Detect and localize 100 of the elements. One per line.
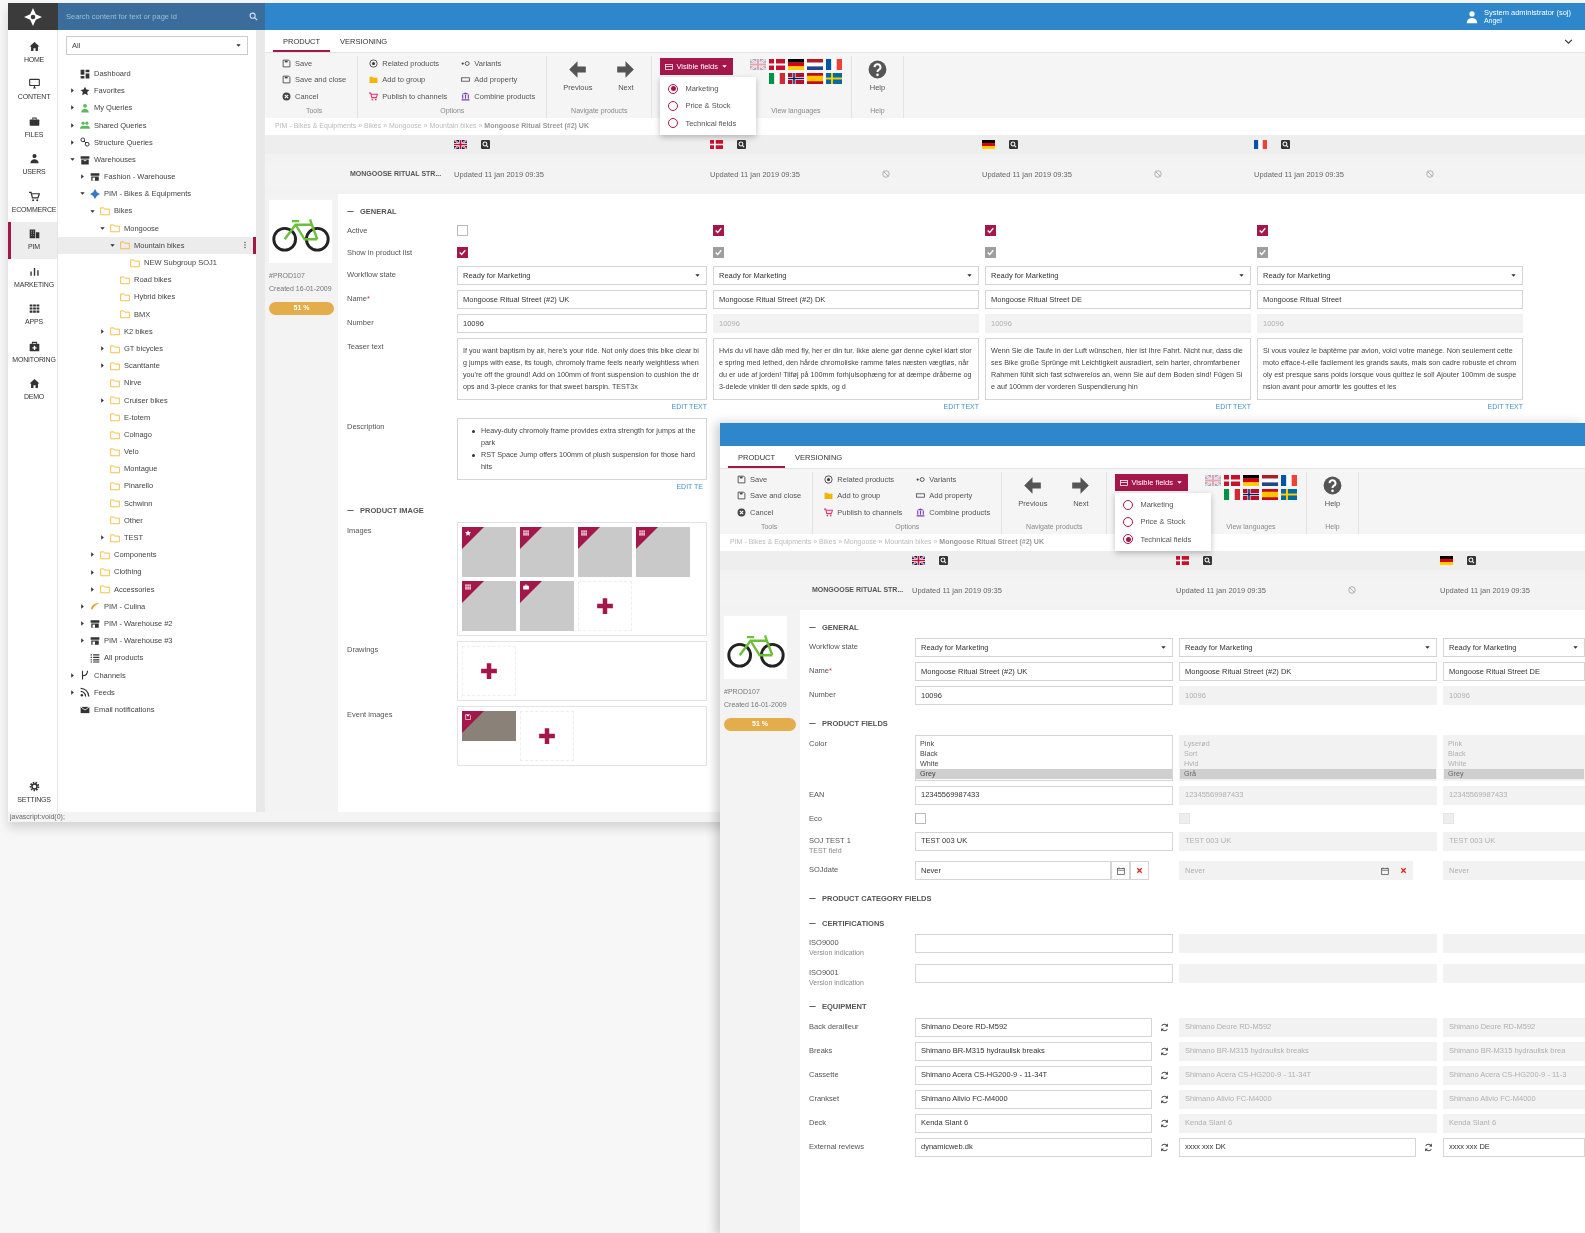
corner-badge-icon xyxy=(636,526,658,549)
caret-icon[interactable] xyxy=(88,585,96,593)
clear-button[interactable] xyxy=(1130,861,1150,881)
caret-icon[interactable] xyxy=(98,224,106,232)
store-icon xyxy=(90,618,100,629)
checkbox[interactable] xyxy=(915,812,926,824)
checkbox[interactable] xyxy=(713,225,724,237)
bullet-icon xyxy=(472,429,475,433)
folder-icon xyxy=(120,274,130,285)
checkbox[interactable] xyxy=(1257,225,1268,237)
table-icon xyxy=(1120,478,1129,487)
user-icon[interactable] xyxy=(1464,9,1479,24)
caret-icon[interactable] xyxy=(88,551,96,559)
caret-icon[interactable] xyxy=(68,671,76,679)
caret-icon[interactable] xyxy=(98,345,106,353)
user-icon xyxy=(80,102,90,113)
caret-icon[interactable] xyxy=(88,568,96,576)
flag-icon[interactable] xyxy=(825,59,842,70)
flag-icon[interactable] xyxy=(1242,489,1259,500)
ball-icon xyxy=(824,475,834,485)
refresh-icon[interactable] xyxy=(1160,1142,1169,1152)
building-icon xyxy=(28,228,40,239)
caret-icon[interactable] xyxy=(78,173,86,181)
medical-kit-icon xyxy=(28,340,40,352)
chevron-icon[interactable] xyxy=(1564,37,1573,46)
search-icon[interactable] xyxy=(1281,140,1290,149)
flag-icon[interactable] xyxy=(806,59,823,70)
caret-icon[interactable] xyxy=(78,602,86,610)
caret-icon[interactable] xyxy=(98,396,106,404)
caret-icon xyxy=(1572,644,1579,652)
caret-icon[interactable] xyxy=(68,87,76,95)
caret-icon xyxy=(966,272,973,280)
bank-icon xyxy=(916,507,926,517)
flag-icon[interactable] xyxy=(787,59,804,70)
cancel-icon xyxy=(737,507,746,517)
search-icon[interactable] xyxy=(737,140,746,149)
users-icon xyxy=(80,120,90,131)
folder-icon xyxy=(110,326,120,337)
checkbox[interactable] xyxy=(985,225,996,237)
flag-icon[interactable] xyxy=(1242,475,1259,486)
search-icon[interactable] xyxy=(1467,556,1476,565)
flag-icon xyxy=(1254,140,1267,149)
folder-icon xyxy=(110,446,120,457)
splitter-handle[interactable] xyxy=(257,30,265,812)
folder-icon xyxy=(110,343,120,354)
folder-icon xyxy=(120,309,130,320)
add-image-button[interactable] xyxy=(520,710,574,761)
folder-icon xyxy=(120,240,130,251)
link-icon xyxy=(80,137,90,148)
field-icon xyxy=(916,491,926,501)
diamond-logo-icon xyxy=(90,188,100,199)
folder-icon xyxy=(110,498,120,509)
checkbox[interactable] xyxy=(457,225,468,237)
flag-icon[interactable] xyxy=(1261,475,1278,486)
arrow-right-icon xyxy=(1071,476,1091,495)
search-icon[interactable] xyxy=(481,140,490,149)
caret-icon[interactable] xyxy=(108,241,116,249)
caret-icon[interactable] xyxy=(68,688,76,696)
search-icon[interactable] xyxy=(1009,140,1018,149)
refresh-icon[interactable] xyxy=(1160,1094,1169,1104)
caret-icon[interactable] xyxy=(68,156,76,164)
swoosh-icon xyxy=(90,601,100,612)
text-field[interactable] xyxy=(915,963,1173,983)
checkbox[interactable] xyxy=(457,247,468,259)
add-image-button[interactable] xyxy=(462,645,516,696)
briefcase-icon xyxy=(28,115,40,127)
folder-icon xyxy=(120,292,130,303)
flag-icon[interactable] xyxy=(1280,475,1297,486)
folder-icon xyxy=(110,412,120,423)
caret-icon[interactable] xyxy=(68,121,76,129)
star-icon xyxy=(80,85,90,96)
flag-icon[interactable] xyxy=(787,73,804,84)
refresh-icon[interactable] xyxy=(1160,1046,1169,1056)
refresh-icon[interactable] xyxy=(1424,1142,1433,1152)
caret-icon[interactable] xyxy=(78,190,86,198)
caret-icon xyxy=(1175,479,1183,487)
calendar-button[interactable] xyxy=(1111,861,1131,881)
folder-icon xyxy=(100,549,110,560)
variants-icon xyxy=(461,59,471,69)
caret-icon[interactable] xyxy=(68,138,76,146)
refresh-icon[interactable] xyxy=(1160,1070,1169,1080)
search-icon[interactable] xyxy=(1203,556,1212,565)
caret-icon xyxy=(235,42,242,49)
variants-icon xyxy=(916,475,926,485)
logo-icon[interactable] xyxy=(24,7,42,26)
caret-icon[interactable] xyxy=(88,207,96,215)
text-field[interactable] xyxy=(915,933,1173,953)
search-icon[interactable] xyxy=(939,556,948,565)
kebab-menu-icon[interactable] xyxy=(241,241,249,250)
refresh-icon[interactable] xyxy=(1160,1118,1169,1128)
caret-icon[interactable] xyxy=(68,104,76,112)
caret-icon[interactable] xyxy=(98,327,106,335)
home-icon xyxy=(28,378,40,389)
caret-icon[interactable] xyxy=(78,620,86,628)
caret-icon[interactable] xyxy=(98,534,106,542)
refresh-icon[interactable] xyxy=(1160,1022,1169,1032)
add-image-button[interactable] xyxy=(578,580,632,631)
caret-icon[interactable] xyxy=(98,362,106,370)
caret-icon[interactable] xyxy=(78,637,86,645)
settings-icon xyxy=(28,781,40,792)
